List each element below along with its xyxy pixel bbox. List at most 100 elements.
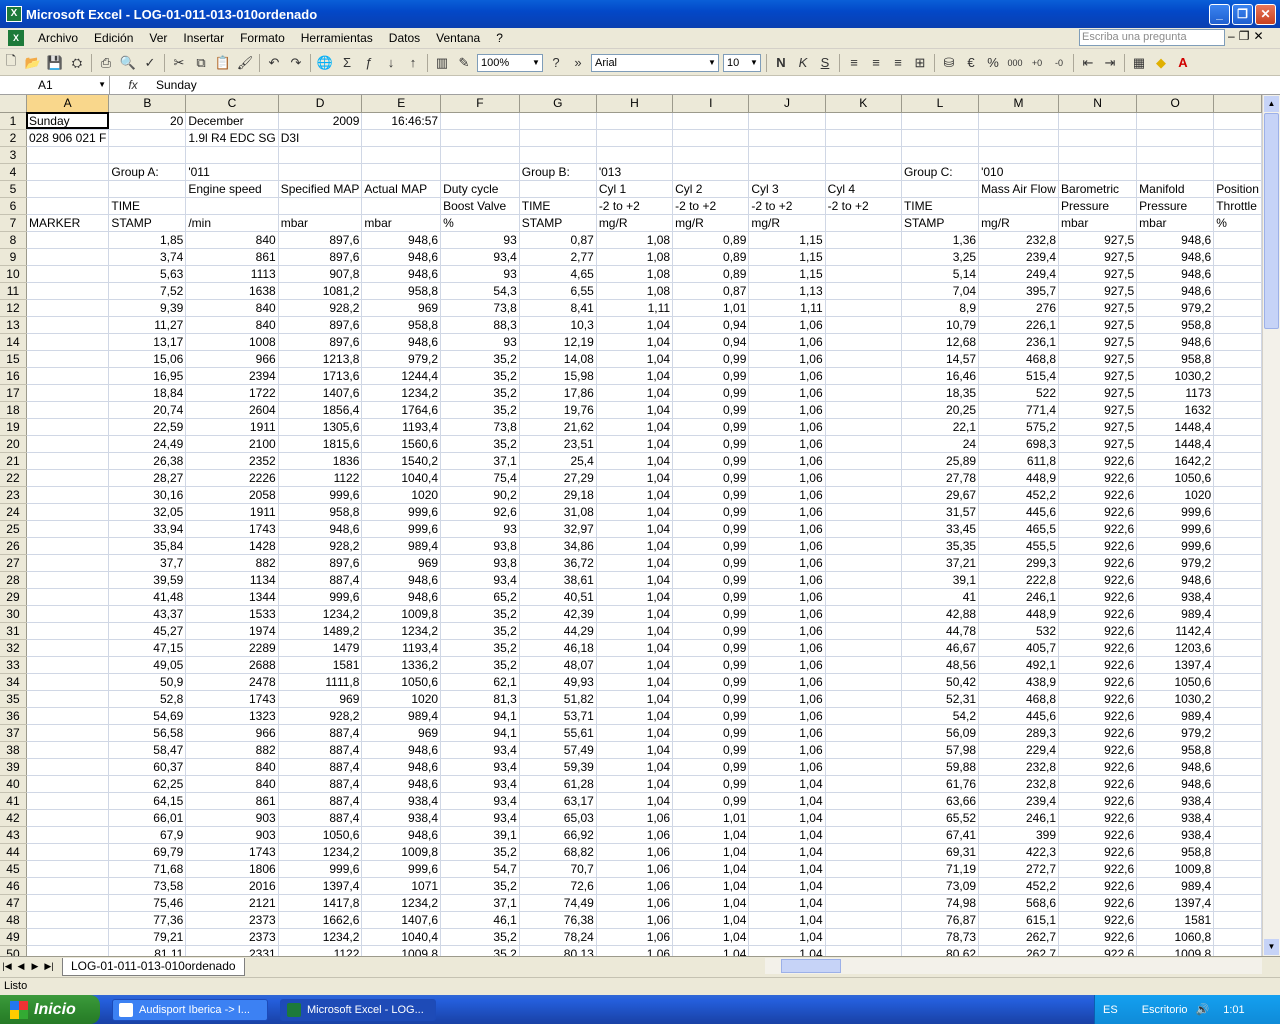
hyperlink-icon[interactable]: 🌐: [314, 52, 336, 74]
row-header[interactable]: 21: [0, 452, 27, 470]
menu-ventana[interactable]: Ventana: [428, 31, 488, 45]
cell[interactable]: 1323: [185, 707, 279, 725]
cell[interactable]: 35,2: [440, 367, 520, 385]
cell[interactable]: 93: [440, 333, 520, 351]
cell[interactable]: 58,47: [108, 741, 187, 759]
cell[interactable]: [901, 146, 980, 164]
cell[interactable]: 65,03: [519, 809, 597, 827]
row-header[interactable]: 1: [0, 112, 27, 130]
cell[interactable]: 922,6: [1058, 452, 1138, 470]
cell[interactable]: Mass Air Flow: [978, 180, 1060, 198]
cell[interactable]: 1638: [185, 282, 279, 300]
cell[interactable]: 32,05: [108, 503, 187, 521]
cell[interactable]: 922,6: [1058, 877, 1138, 895]
cell[interactable]: 1,04: [596, 367, 674, 385]
cell[interactable]: 1,06: [748, 350, 826, 368]
cell[interactable]: 615,1: [978, 911, 1060, 929]
cell[interactable]: 92,6: [440, 503, 520, 521]
cell[interactable]: 1,04: [672, 826, 750, 844]
cell[interactable]: 1,06: [748, 554, 826, 572]
cell[interactable]: 465,5: [978, 520, 1060, 538]
cell[interactable]: 568,6: [978, 894, 1060, 912]
cell[interactable]: 1,04: [672, 877, 750, 895]
percent-icon[interactable]: %: [982, 52, 1004, 74]
column-header[interactable]: O: [1136, 95, 1215, 113]
row-header[interactable]: 31: [0, 622, 27, 640]
cell[interactable]: 88,3: [440, 316, 520, 334]
cell[interactable]: 67,9: [108, 826, 187, 844]
cell[interactable]: 10,3: [519, 316, 597, 334]
cell[interactable]: 1,04: [596, 554, 674, 572]
cell[interactable]: 1009,8: [361, 605, 442, 623]
cell[interactable]: 1,04: [596, 350, 674, 368]
scroll-up-icon[interactable]: ▲: [1264, 96, 1279, 112]
start-button[interactable]: Inicio: [0, 995, 100, 1024]
cell[interactable]: 445,6: [978, 503, 1060, 521]
cell[interactable]: 1642,2: [1136, 452, 1215, 470]
decrease-decimal-icon[interactable]: -0: [1048, 52, 1070, 74]
cell[interactable]: 1,04: [596, 435, 674, 453]
cell[interactable]: 73,8: [440, 299, 520, 317]
cell[interactable]: [825, 554, 902, 572]
cell[interactable]: [26, 418, 110, 436]
euro-icon[interactable]: €: [960, 52, 982, 74]
cell[interactable]: 999,6: [361, 520, 442, 538]
cell[interactable]: 20,25: [901, 401, 980, 419]
cell[interactable]: [26, 656, 110, 674]
maximize-button[interactable]: ❐: [1232, 3, 1253, 25]
cell[interactable]: 948,6: [1136, 265, 1215, 283]
cell[interactable]: 69,79: [108, 843, 187, 861]
row-header[interactable]: 28: [0, 571, 27, 589]
cell[interactable]: 35,2: [440, 945, 520, 956]
row-header[interactable]: 32: [0, 639, 27, 657]
cell[interactable]: [1213, 112, 1262, 130]
cell[interactable]: 67,41: [901, 826, 980, 844]
permission-icon[interactable]: ⛭: [66, 52, 88, 74]
cell[interactable]: 222,8: [978, 571, 1060, 589]
column-header[interactable]: G: [519, 95, 597, 113]
cell[interactable]: 922,6: [1058, 775, 1138, 793]
cell[interactable]: Throttle: [1213, 197, 1262, 215]
cell[interactable]: Cyl 2: [672, 180, 750, 198]
cell[interactable]: [26, 384, 110, 402]
cell[interactable]: [1213, 843, 1262, 861]
cell[interactable]: 948,6: [361, 826, 442, 844]
row-header[interactable]: 49: [0, 928, 27, 946]
cell[interactable]: -2 to +2: [825, 197, 902, 215]
cell[interactable]: [825, 741, 902, 759]
cell[interactable]: 922,6: [1058, 826, 1138, 844]
cell[interactable]: 1,06: [596, 894, 674, 912]
cell[interactable]: Pressure: [1136, 197, 1215, 215]
new-icon[interactable]: 🗋: [0, 52, 22, 74]
cell[interactable]: [825, 248, 902, 266]
cell[interactable]: 93,4: [440, 248, 520, 266]
cell[interactable]: 35,35: [901, 537, 980, 555]
cell[interactable]: 0,99: [672, 639, 750, 657]
cell[interactable]: 1,04: [596, 741, 674, 759]
cell[interactable]: 1,06: [748, 469, 826, 487]
row-header[interactable]: 47: [0, 894, 27, 912]
cell[interactable]: 1,06: [748, 486, 826, 504]
cell[interactable]: [1058, 129, 1138, 147]
cell[interactable]: 1,04: [596, 520, 674, 538]
row-header[interactable]: 50: [0, 945, 27, 956]
cell[interactable]: 948,6: [1136, 282, 1215, 300]
cell[interactable]: 1,04: [596, 639, 674, 657]
cell[interactable]: 35,84: [108, 537, 187, 555]
cell[interactable]: [1136, 163, 1215, 181]
cell[interactable]: 1632: [1136, 401, 1215, 419]
cell[interactable]: 40,51: [519, 588, 597, 606]
cell[interactable]: 12,19: [519, 333, 597, 351]
cell[interactable]: 989,4: [361, 707, 442, 725]
cell[interactable]: 887,4: [278, 724, 363, 742]
menu-datos[interactable]: Datos: [381, 31, 428, 45]
cell[interactable]: [825, 673, 902, 691]
row-header[interactable]: 19: [0, 418, 27, 436]
cell[interactable]: 927,5: [1058, 401, 1138, 419]
cell[interactable]: [26, 571, 110, 589]
cell[interactable]: 1009,8: [1136, 860, 1215, 878]
cell[interactable]: 927,5: [1058, 299, 1138, 317]
cell[interactable]: 80,62: [901, 945, 980, 956]
cell[interactable]: 0,99: [672, 401, 750, 419]
cell[interactable]: 66,92: [519, 826, 597, 844]
